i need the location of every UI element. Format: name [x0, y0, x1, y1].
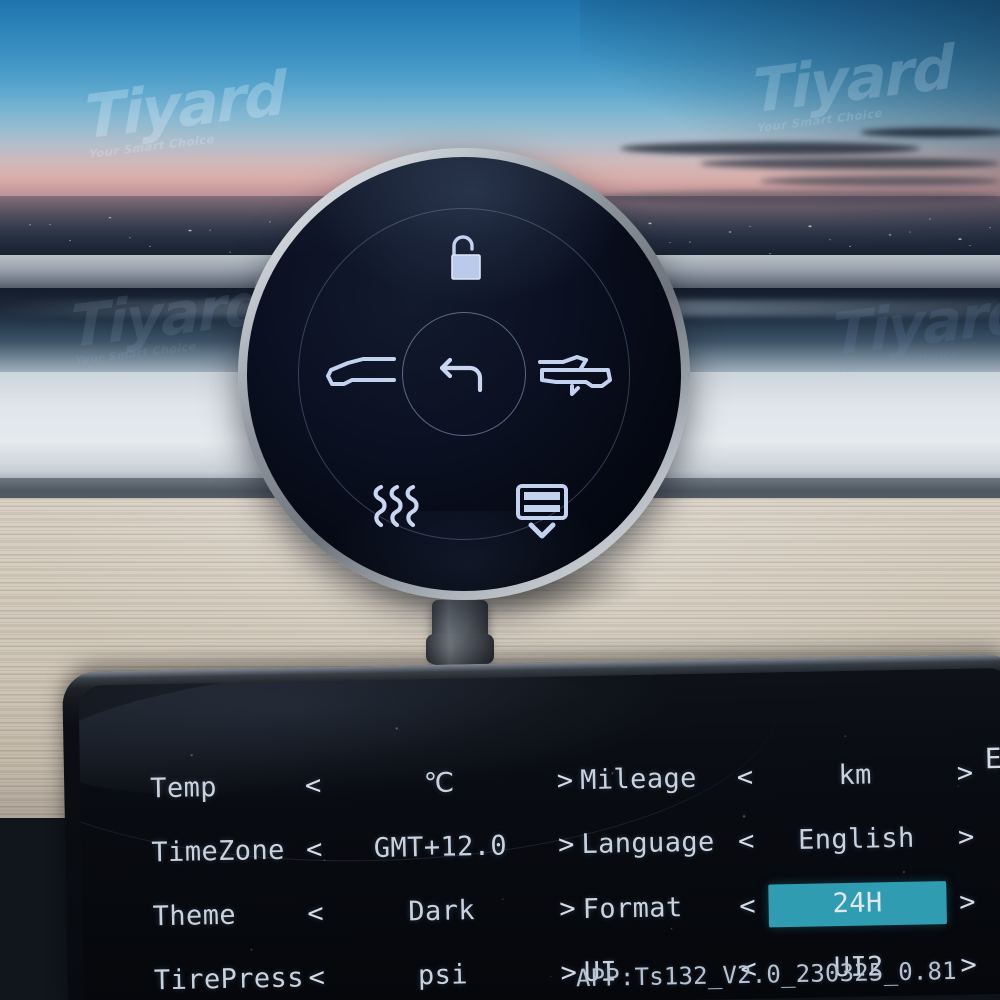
prev-arrow-language[interactable]: <	[731, 825, 762, 857]
setting-label-timezone: TimeZone	[151, 834, 286, 868]
setting-value-temp[interactable]: ℃	[328, 765, 551, 800]
setting-label-format: Format	[582, 892, 683, 926]
setting-row-tirepress[interactable]: TirePress < psi >	[154, 952, 585, 1000]
prev-arrow-tirepress[interactable]: <	[302, 961, 333, 993]
next-arrow-ui[interactable]: >	[953, 949, 984, 981]
setting-label-language: Language	[581, 826, 715, 860]
setting-value-language[interactable]: English	[761, 821, 952, 856]
frunk-open-icon[interactable]	[321, 346, 401, 402]
cloud-band	[860, 128, 1000, 137]
setting-label-mileage: Mileage	[579, 762, 698, 796]
firmware-version-text: APP:Ts132_V2.0_230325_0.81	[575, 956, 958, 993]
unlock-icon[interactable]	[437, 231, 491, 289]
prev-arrow-mileage[interactable]: <	[730, 761, 761, 793]
settings-screen[interactable]: Tiyard Your Smart Choice Tiyard Your Sma…	[78, 667, 1000, 1000]
vehicle-control-dial[interactable]	[238, 148, 690, 600]
setting-row-language[interactable]: Language < English >	[581, 816, 982, 864]
prev-arrow-theme[interactable]: <	[300, 897, 331, 929]
setting-label-theme: Theme	[152, 899, 237, 932]
setting-row-temp[interactable]: Temp < ℃ >	[150, 760, 581, 808]
prev-arrow-timezone[interactable]: <	[299, 833, 330, 865]
window-down-icon[interactable]	[511, 479, 573, 543]
seat-heat-icon[interactable]	[367, 477, 427, 535]
cloud-band	[700, 158, 1000, 169]
prev-arrow-temp[interactable]: <	[298, 769, 329, 801]
setting-value-timezone[interactable]: GMT+12.0	[329, 829, 552, 864]
back-return-icon[interactable]	[434, 344, 494, 404]
setting-value-theme[interactable]: Dark	[330, 893, 553, 928]
setting-label-temp: Temp	[149, 771, 218, 804]
setting-row-theme[interactable]: Theme < Dark >	[152, 888, 583, 936]
setting-label-tirepress: TirePress	[153, 961, 305, 996]
setting-value-tirepress[interactable]: psi	[332, 957, 555, 992]
next-arrow-timezone[interactable]: >	[551, 829, 582, 861]
settings-display-panel: Tiyard Your Smart Choice Tiyard Your Sma…	[62, 653, 1000, 1000]
next-arrow-temp[interactable]: >	[550, 765, 581, 797]
next-arrow-format[interactable]: >	[952, 886, 983, 918]
screenshot-scene: Tiyard Your Smart Choice Tiyard Your Sma…	[0, 0, 1000, 1000]
cloud-band	[620, 142, 920, 155]
cloud-band	[760, 176, 1000, 186]
setting-row-timezone[interactable]: TimeZone < GMT+12.0 >	[151, 824, 582, 872]
prev-arrow-format[interactable]: <	[732, 891, 763, 923]
setting-row-format[interactable]: Format < 24H >	[582, 880, 983, 928]
setting-value-mileage[interactable]: km	[760, 757, 951, 792]
next-arrow-language[interactable]: >	[951, 821, 982, 853]
setting-value-format[interactable]: 24H	[768, 881, 948, 928]
next-arrow-mileage[interactable]: >	[950, 757, 981, 789]
exit-button[interactable]: EXIT	[985, 741, 1000, 775]
next-arrow-theme[interactable]: >	[552, 893, 583, 925]
gauge-mount-stalk	[426, 600, 494, 668]
setting-row-mileage[interactable]: Mileage < km >	[580, 752, 981, 800]
dial-screen[interactable]	[247, 157, 681, 591]
trunk-open-icon[interactable]	[535, 346, 615, 402]
